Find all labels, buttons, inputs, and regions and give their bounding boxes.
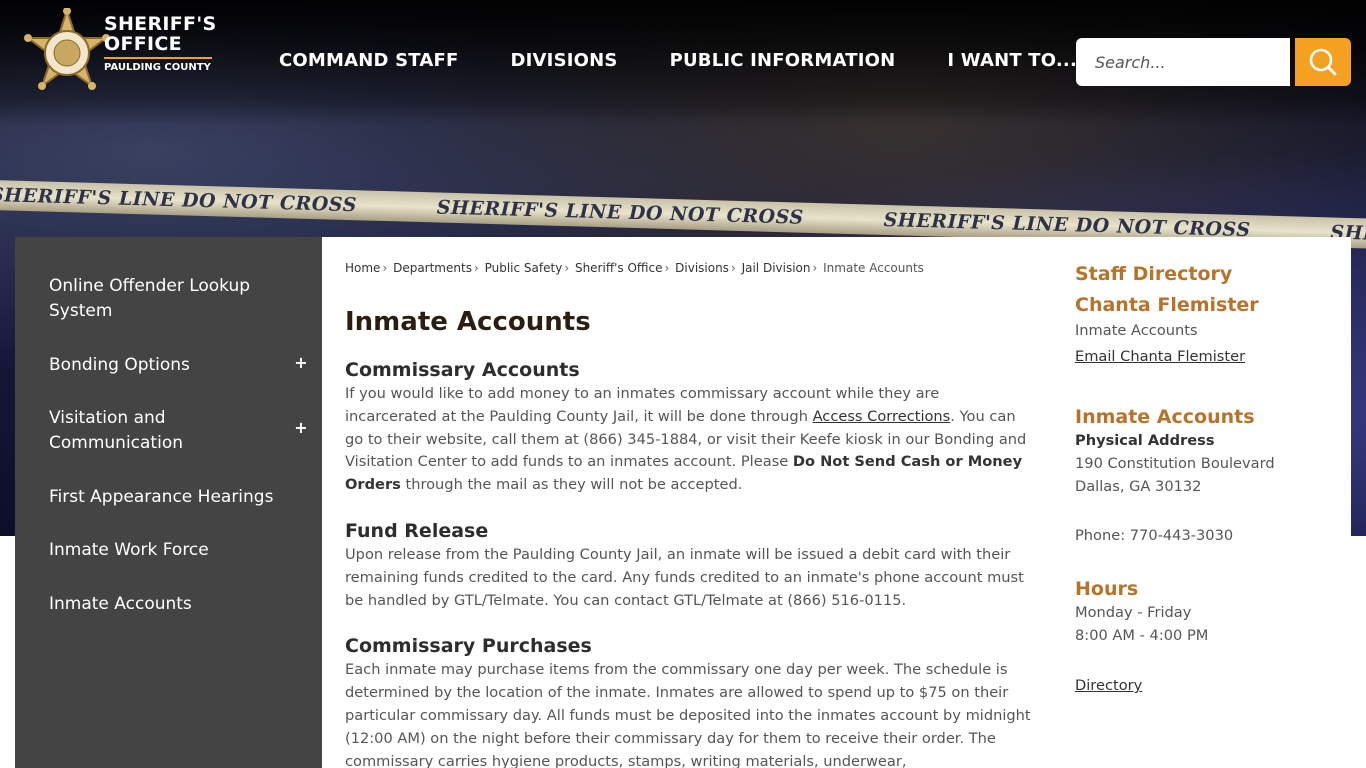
sidebar-nav: Online Offender Lookup System Bonding Op… <box>15 237 322 768</box>
address-line2: Dallas, GA 30132 <box>1075 478 1202 495</box>
sidebar-item-inmate-work-force[interactable]: Inmate Work Force <box>49 538 309 563</box>
sidebar-item-inmate-accounts[interactable]: Inmate Accounts <box>49 592 309 617</box>
breadcrumb-sheriffs-office[interactable]: Sheriff's Office <box>575 261 663 275</box>
page-title: Inmate Accounts <box>345 307 591 337</box>
article-body: Commissary Accounts If you would like to… <box>345 357 1033 768</box>
breadcrumb-separator: › <box>812 261 818 275</box>
sidebar-item-bonding-options[interactable]: Bonding Options <box>49 353 309 378</box>
section-heading-commissary-purchases: Commissary Purchases <box>345 635 592 658</box>
section-heading-commissary-accounts: Commissary Accounts <box>345 359 580 381</box>
sidebar-item-first-appearance[interactable]: First Appearance Hearings <box>49 485 309 510</box>
nav-i-want-to[interactable]: I WANT TO... <box>947 50 1077 71</box>
nav-divisions[interactable]: DIVISIONS <box>511 50 618 71</box>
address-label: Physical Address <box>1075 432 1215 449</box>
breadcrumb-separator: › <box>382 261 388 275</box>
phone-number: Phone: 770-443-3030 <box>1075 527 1234 544</box>
section-text-fund-release: Upon release from the Paulding County Ja… <box>345 545 1024 609</box>
logo-title-line2: OFFICE <box>104 33 182 55</box>
logo-subtitle: PAULDING COUNTY <box>104 57 212 73</box>
staff-role: Inmate Accounts <box>1075 322 1198 339</box>
staff-directory-heading[interactable]: Staff Directory <box>1075 259 1335 290</box>
breadcrumb-jail-division[interactable]: Jail Division <box>742 261 811 275</box>
address-line1: 190 Constitution Boulevard <box>1075 455 1275 472</box>
contact-sidebar: Staff Directory Chanta Flemister Inmate … <box>1075 259 1335 697</box>
paragraph-text: through the mail as they will not be acc… <box>400 476 743 494</box>
main-nav: COMMAND STAFF DIVISIONS PUBLIC INFORMATI… <box>279 50 1129 71</box>
site-header: SHERIFF'S OFFICE PAULDING COUNTY COMMAND… <box>0 0 1366 125</box>
breadcrumb-separator: › <box>473 261 479 275</box>
sidebar-item-online-offender-lookup[interactable]: Online Offender Lookup System <box>49 274 309 324</box>
breadcrumb-divisions[interactable]: Divisions <box>675 261 729 275</box>
section-heading-fund-release: Fund Release <box>345 519 489 542</box>
hours-time: 8:00 AM - 4:00 PM <box>1075 627 1209 644</box>
breadcrumb-departments[interactable]: Departments <box>393 261 472 275</box>
breadcrumb-separator: › <box>564 261 570 275</box>
breadcrumb-home[interactable]: Home <box>345 261 380 275</box>
directory-link[interactable]: Directory <box>1075 677 1142 694</box>
expand-bonding-options-icon[interactable]: + <box>293 353 309 372</box>
logo-title-line1: SHERIFF'S <box>104 13 217 35</box>
breadcrumb-public-safety[interactable]: Public Safety <box>485 261 563 275</box>
section-text-commissary-purchases: Each inmate may purchase items from the … <box>345 661 1031 768</box>
search-icon <box>1309 48 1337 76</box>
breadcrumb: Home › Departments › Public Safety › Sherif… <box>345 261 924 275</box>
hours-days: Monday - Friday <box>1075 604 1192 621</box>
nav-command-staff[interactable]: COMMAND STAFF <box>279 50 459 71</box>
staff-name: Chanta Flemister <box>1075 294 1259 316</box>
sidebar-item-visitation[interactable]: Visitation and Communication <box>49 406 249 456</box>
nav-public-information[interactable]: PUBLIC INFORMATION <box>670 50 896 71</box>
breadcrumb-separator: › <box>730 261 736 275</box>
breadcrumb-current: Inmate Accounts <box>823 261 924 275</box>
main-content: Home › Departments › Public Safety › Sherif… <box>322 237 1351 768</box>
section-text-commissary-accounts: If you would like to add money to an inm… <box>345 383 1033 497</box>
access-corrections-link[interactable]: Access Corrections <box>813 408 951 425</box>
logo-text: SHERIFF'S OFFICE PAULDING COUNTY <box>104 14 216 73</box>
search-button[interactable] <box>1295 38 1351 86</box>
breadcrumb-separator: › <box>664 261 670 275</box>
email-staff-link[interactable]: Email Chanta Flemister <box>1075 348 1245 365</box>
search-input[interactable] <box>1076 38 1290 86</box>
expand-visitation-icon[interactable]: + <box>293 418 309 437</box>
